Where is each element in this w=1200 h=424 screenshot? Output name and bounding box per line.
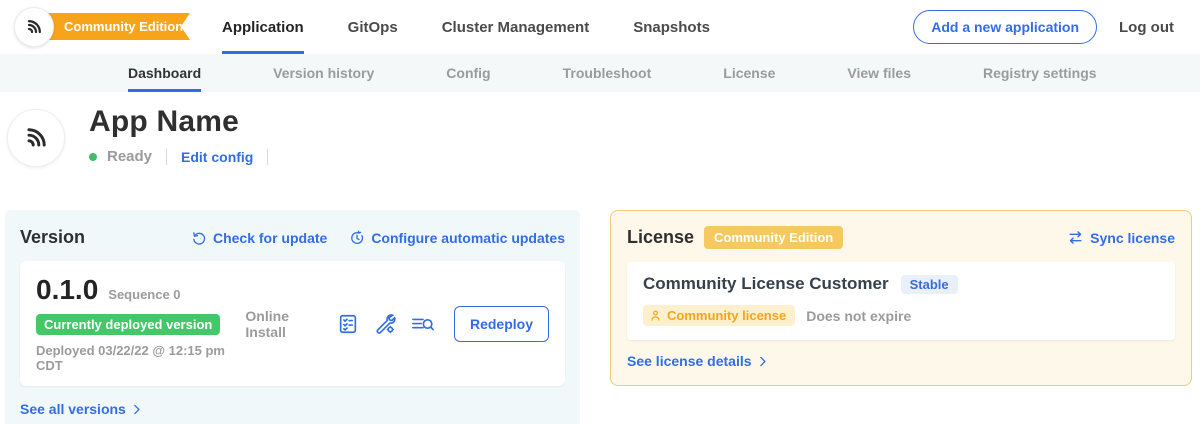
divider (267, 149, 268, 165)
deployed-badge: Currently deployed version (36, 314, 220, 335)
license-edition-badge: Community Edition (704, 226, 843, 249)
app-header: App Name Ready Edit config (0, 92, 1200, 210)
subtab-registry-settings[interactable]: Registry settings (983, 54, 1097, 92)
see-all-versions-link[interactable]: See all versions (20, 401, 143, 417)
deploy-logs-icon[interactable] (411, 313, 435, 335)
tab-snapshots[interactable]: Snapshots (633, 0, 710, 54)
redeploy-button[interactable]: Redeploy (454, 306, 549, 342)
sync-license-link[interactable]: Sync license (1067, 229, 1175, 246)
check-for-update-link[interactable]: Check for update (191, 230, 327, 246)
customer-name: Community License Customer (643, 274, 889, 294)
status-badge: Ready (107, 148, 152, 165)
sequence-label: Sequence 0 (108, 287, 180, 302)
page-title: App Name (89, 105, 272, 139)
brand-logo[interactable]: Community Edition (0, 0, 196, 54)
divider (166, 149, 167, 165)
ready-status-dot (89, 153, 97, 161)
app-avatar (7, 109, 65, 167)
version-card-title: Version (20, 227, 85, 248)
version-number: 0.1.0 (36, 274, 98, 306)
channel-badge: Stable (901, 275, 958, 294)
app-sub-nav: Dashboard Version history Config Trouble… (0, 54, 1200, 92)
replicated-logo-icon (14, 7, 54, 47)
deployed-timestamp: Deployed 03/22/22 @ 12:15 pm CDT (36, 343, 245, 373)
configure-automatic-updates-link[interactable]: Configure automatic updates (349, 230, 565, 246)
tab-gitops[interactable]: GitOps (348, 0, 398, 54)
current-version-panel: 0.1.0 Sequence 0 Currently deployed vers… (20, 261, 565, 386)
refresh-icon (191, 230, 207, 246)
preflight-checks-icon[interactable] (337, 313, 359, 335)
tab-cluster-management[interactable]: Cluster Management (442, 0, 590, 54)
license-details-panel: Community License Customer Stable Commun… (627, 262, 1175, 340)
license-card-title: License (627, 227, 694, 248)
add-new-application-button[interactable]: Add a new application (913, 10, 1097, 44)
edit-config-link[interactable]: Edit config (181, 149, 253, 165)
sync-arrows-icon (1067, 229, 1084, 246)
subtab-license[interactable]: License (723, 54, 775, 92)
subtab-view-files[interactable]: View files (847, 54, 911, 92)
top-nav: Community Edition Application GitOps Clu… (0, 0, 1200, 54)
tab-application[interactable]: Application (222, 0, 304, 54)
auto-update-clock-icon (349, 230, 365, 246)
expiration-text: Does not expire (806, 308, 911, 324)
chevron-right-icon (756, 355, 769, 368)
logout-link[interactable]: Log out (1119, 19, 1174, 36)
license-type-badge: Community license (643, 305, 795, 326)
person-icon (649, 309, 662, 322)
install-type-label: Online Install (245, 308, 319, 340)
dashboard-cards: Version Check for update (0, 210, 1200, 424)
edit-config-wrench-icon[interactable] (374, 313, 396, 335)
top-nav-tabs: Application GitOps Cluster Management Sn… (222, 0, 710, 54)
top-nav-right: Add a new application Log out (913, 0, 1200, 54)
version-card: Version Check for update (5, 210, 580, 424)
edition-ribbon-badge: Community Edition (34, 13, 190, 40)
subtab-dashboard[interactable]: Dashboard (128, 54, 201, 92)
subtab-troubleshoot[interactable]: Troubleshoot (563, 54, 652, 92)
subtab-version-history[interactable]: Version history (273, 54, 374, 92)
license-card: License Community Edition Sync license (610, 210, 1192, 386)
subtab-config[interactable]: Config (446, 54, 490, 92)
see-license-details-link[interactable]: See license details (627, 353, 769, 369)
chevron-right-icon (130, 403, 143, 416)
